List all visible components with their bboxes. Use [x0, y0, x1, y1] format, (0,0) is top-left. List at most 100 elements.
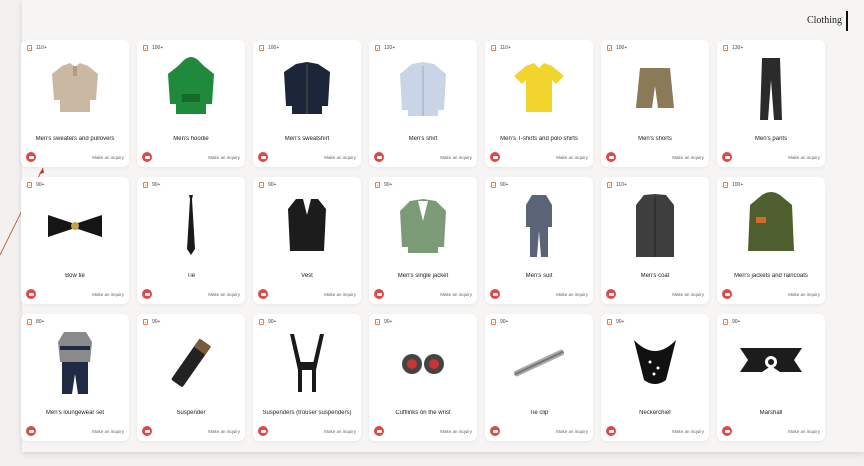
- product-image[interactable]: [137, 326, 245, 400]
- product-image[interactable]: [369, 52, 477, 126]
- product-image[interactable]: [253, 52, 361, 126]
- chat-icon[interactable]: [722, 289, 732, 299]
- product-image[interactable]: [717, 52, 825, 126]
- make-inquiry-link[interactable]: Make an inquiry: [324, 155, 356, 160]
- product-name[interactable]: Neckerchief: [603, 410, 707, 416]
- product-name[interactable]: Men's loungewear set: [23, 410, 127, 416]
- product-card[interactable]: 110+ Men's sweaters and pullovers Make a…: [21, 40, 129, 167]
- product-image[interactable]: [601, 52, 709, 126]
- chat-icon[interactable]: [490, 426, 500, 436]
- chat-icon[interactable]: [26, 289, 36, 299]
- product-card[interactable]: 90+ Neckerchief Make an inquiry: [601, 314, 709, 441]
- product-card[interactable]: 100+ Men's hoodie Make an inquiry: [137, 40, 245, 167]
- make-inquiry-link[interactable]: Make an inquiry: [324, 292, 356, 297]
- product-image[interactable]: [21, 189, 129, 263]
- chat-icon[interactable]: [606, 289, 616, 299]
- chat-icon[interactable]: [142, 152, 152, 162]
- product-name[interactable]: Tie: [139, 273, 243, 279]
- product-image[interactable]: [717, 189, 825, 263]
- product-card[interactable]: 90+ Cufflinks on the wrist Make an inqui…: [369, 314, 477, 441]
- product-name[interactable]: Men's T-shirts and polo shirts: [487, 136, 591, 142]
- product-card[interactable]: 100+ Men's sweatshirt Make an inquiry: [253, 40, 361, 167]
- product-image[interactable]: [21, 326, 129, 400]
- product-image[interactable]: [601, 326, 709, 400]
- product-name[interactable]: Men's sweatshirt: [255, 136, 359, 142]
- make-inquiry-link[interactable]: Make an inquiry: [672, 155, 704, 160]
- product-name[interactable]: Men's shorts: [603, 136, 707, 142]
- product-name[interactable]: Men's suit: [487, 273, 591, 279]
- product-card[interactable]: 90+ Tie clip Make an inquiry: [485, 314, 593, 441]
- product-image[interactable]: [137, 52, 245, 126]
- chat-icon[interactable]: [374, 289, 384, 299]
- make-inquiry-link[interactable]: Make an inquiry: [556, 429, 588, 434]
- product-card[interactable]: 90+ Tie Make an inquiry: [137, 177, 245, 304]
- product-image[interactable]: [601, 189, 709, 263]
- product-name[interactable]: Marshall: [719, 410, 823, 416]
- product-card[interactable]: 90+ Men's suit Make an inquiry: [485, 177, 593, 304]
- chat-icon[interactable]: [374, 426, 384, 436]
- product-name[interactable]: Vest: [255, 273, 359, 279]
- product-image[interactable]: [21, 52, 129, 126]
- make-inquiry-link[interactable]: Make an inquiry: [672, 429, 704, 434]
- make-inquiry-link[interactable]: Make an inquiry: [788, 429, 820, 434]
- product-image[interactable]: [137, 189, 245, 263]
- product-image[interactable]: [485, 326, 593, 400]
- product-image[interactable]: [485, 189, 593, 263]
- chat-icon[interactable]: [606, 152, 616, 162]
- make-inquiry-link[interactable]: Make an inquiry: [92, 429, 124, 434]
- product-name[interactable]: Men's shirt: [371, 136, 475, 142]
- product-card[interactable]: 110+ Men's coat Make an inquiry: [601, 177, 709, 304]
- chat-icon[interactable]: [258, 152, 268, 162]
- make-inquiry-link[interactable]: Make an inquiry: [208, 292, 240, 297]
- product-name[interactable]: Men's jackets and raincoats: [719, 273, 823, 279]
- product-name[interactable]: Tie clip: [487, 410, 591, 416]
- chat-icon[interactable]: [374, 152, 384, 162]
- product-card[interactable]: 80+ Men's loungewear set Make an inquiry: [21, 314, 129, 441]
- product-image[interactable]: [369, 189, 477, 263]
- chat-icon[interactable]: [490, 289, 500, 299]
- product-card[interactable]: 90+ Bow tie Make an inquiry: [21, 177, 129, 304]
- make-inquiry-link[interactable]: Make an inquiry: [208, 155, 240, 160]
- product-card[interactable]: 120+ Men's shirt Make an inquiry: [369, 40, 477, 167]
- product-image[interactable]: [253, 326, 361, 400]
- chat-icon[interactable]: [258, 289, 268, 299]
- chat-icon[interactable]: [722, 426, 732, 436]
- product-image[interactable]: [485, 52, 593, 126]
- product-image[interactable]: [369, 326, 477, 400]
- make-inquiry-link[interactable]: Make an inquiry: [440, 292, 472, 297]
- product-name[interactable]: Cufflinks on the wrist: [371, 410, 475, 416]
- product-card[interactable]: 90+ Men's single jacket Make an inquiry: [369, 177, 477, 304]
- make-inquiry-link[interactable]: Make an inquiry: [440, 429, 472, 434]
- product-name[interactable]: Bow tie: [23, 273, 127, 279]
- product-card[interactable]: 100+ Men's jackets and raincoats Make an…: [717, 177, 825, 304]
- product-card[interactable]: 110+ Men's T-shirts and polo shirts Make…: [485, 40, 593, 167]
- product-card[interactable]: 90+ Marshall Make an inquiry: [717, 314, 825, 441]
- chat-icon[interactable]: [722, 152, 732, 162]
- chat-icon[interactable]: [26, 426, 36, 436]
- product-name[interactable]: Men's sweaters and pullovers: [23, 136, 127, 142]
- product-card[interactable]: 90+ Suspenders (trouser suspenders) Make…: [253, 314, 361, 441]
- make-inquiry-link[interactable]: Make an inquiry: [440, 155, 472, 160]
- product-name[interactable]: Suspenders (trouser suspenders): [255, 410, 359, 416]
- chat-icon[interactable]: [490, 152, 500, 162]
- make-inquiry-link[interactable]: Make an inquiry: [672, 292, 704, 297]
- chat-icon[interactable]: [142, 426, 152, 436]
- product-card[interactable]: 90+ Vest Make an inquiry: [253, 177, 361, 304]
- chat-icon[interactable]: [258, 426, 268, 436]
- chat-icon[interactable]: [606, 426, 616, 436]
- make-inquiry-link[interactable]: Make an inquiry: [324, 429, 356, 434]
- product-name[interactable]: Men's coat: [603, 273, 707, 279]
- product-name[interactable]: Men's single jacket: [371, 273, 475, 279]
- product-card[interactable]: 130+ Men's pants Make an inquiry: [717, 40, 825, 167]
- make-inquiry-link[interactable]: Make an inquiry: [92, 292, 124, 297]
- product-image[interactable]: [717, 326, 825, 400]
- product-name[interactable]: Men's pants: [719, 136, 823, 142]
- product-image[interactable]: [253, 189, 361, 263]
- make-inquiry-link[interactable]: Make an inquiry: [556, 292, 588, 297]
- product-card[interactable]: 90+ Suspender Make an inquiry: [137, 314, 245, 441]
- make-inquiry-link[interactable]: Make an inquiry: [92, 155, 124, 160]
- product-name[interactable]: Men's hoodie: [139, 136, 243, 142]
- make-inquiry-link[interactable]: Make an inquiry: [208, 429, 240, 434]
- product-card[interactable]: 100+ Men's shorts Make an inquiry: [601, 40, 709, 167]
- chat-icon[interactable]: [26, 152, 36, 162]
